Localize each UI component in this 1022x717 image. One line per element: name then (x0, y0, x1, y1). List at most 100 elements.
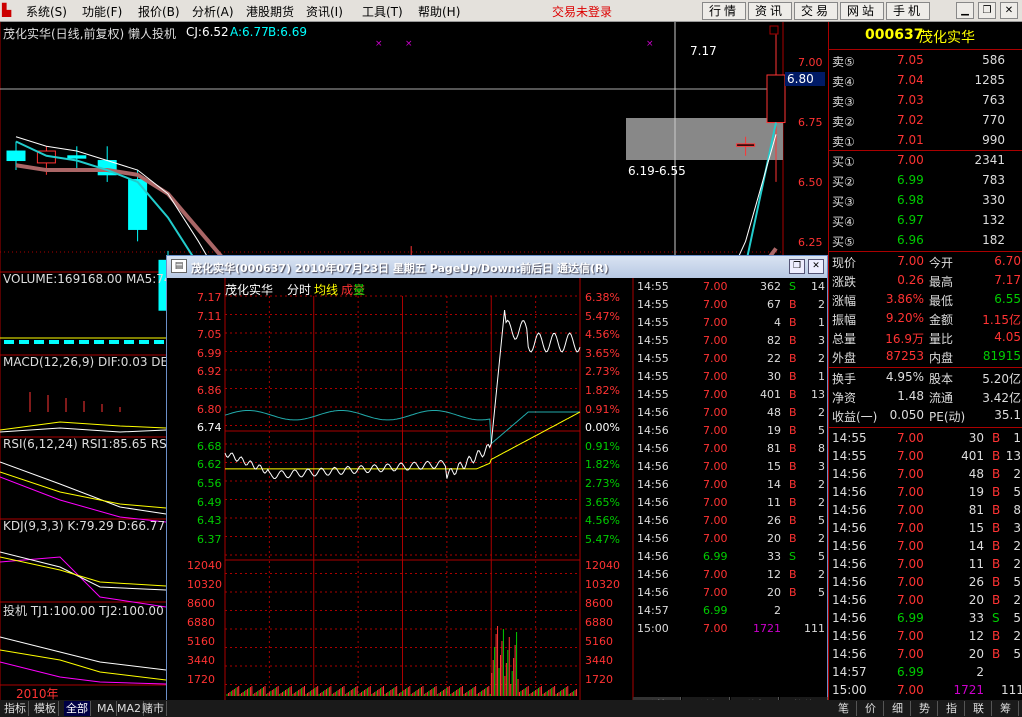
bottom-tab-2[interactable]: 全部 (64, 701, 91, 716)
pct-tick: 5.47% (585, 532, 620, 546)
toolbar-button-2[interactable]: 交易 (794, 2, 838, 20)
ask-row: 7.05 (897, 53, 924, 67)
pct-tick: 3.65% (585, 495, 620, 509)
stat2-row: 1.48 (897, 389, 924, 403)
trade-time: 14:55 (637, 352, 669, 365)
trade-vol: 82 (767, 334, 781, 347)
menu-item-4[interactable]: 港股期货 (246, 3, 294, 20)
price-tick: 6.37 (197, 532, 222, 546)
bid-row: 7.00 (897, 153, 924, 167)
quote-trade-row: 14:56 (832, 485, 867, 499)
login-status[interactable]: 交易未登录 (552, 3, 612, 20)
restore-button[interactable]: ❐ (978, 2, 996, 19)
menu-item-3[interactable]: 分析(A) (192, 3, 234, 20)
divider (829, 427, 1022, 428)
bid-row: 买⑤ (832, 235, 855, 249)
menu-item-6[interactable]: 工具(T) (362, 3, 403, 20)
right-tab-0[interactable]: 笔 (831, 701, 857, 716)
quote-trade-row: 20 (968, 647, 984, 661)
vol-tick-right: 6880 (585, 616, 613, 629)
toolbar-button-3[interactable]: 网站 (840, 2, 884, 20)
ask-row: 卖⑤ (832, 55, 855, 69)
quote-trade-row: 14:56 (832, 593, 867, 607)
stat-row: 量比 (929, 332, 954, 346)
pct-tick: 1.82% (585, 384, 620, 397)
close-button[interactable]: ✕ (1000, 2, 1018, 19)
bottom-tab-0[interactable]: 指标 (2, 701, 29, 716)
menu-item-1[interactable]: 功能(F) (82, 3, 122, 20)
popup-maximize-button[interactable]: ❐ (789, 259, 805, 274)
vol-tick-right: 12040 (585, 559, 620, 572)
trade-count: 3 (818, 460, 825, 473)
toolbar-button-1[interactable]: 资讯 (748, 2, 792, 20)
trade-side: B (789, 478, 797, 491)
stat-row: 现价 (832, 256, 857, 270)
quote-trade-row: B (992, 593, 1001, 607)
trade-vol: 81 (767, 442, 781, 455)
price-tick: 6.74 (197, 421, 222, 435)
quote-trade-row: 7.00 (897, 431, 924, 445)
trade-price: 7.00 (703, 460, 728, 473)
right-tab-3[interactable]: 势 (912, 701, 938, 716)
quote-trade-row: 2 (1013, 593, 1021, 607)
stat-row: 81915 (982, 349, 1021, 363)
stat-row: 1.15亿 (982, 313, 1021, 327)
vol-tick: 1720 (187, 673, 215, 686)
right-tab-5[interactable]: 联 (966, 701, 992, 716)
quote-trade-row: 7.00 (897, 449, 924, 463)
quote-trade-row: 48 (968, 467, 984, 481)
trade-side: B (789, 388, 797, 401)
trade-time: 14:55 (637, 388, 669, 401)
vol-tick-right: 10320 (585, 578, 620, 591)
kline-b: B:6.69 (268, 25, 307, 39)
menu-item-5[interactable]: 资讯(I) (306, 3, 343, 20)
quote-trade-row: 1 (1013, 431, 1021, 445)
right-tab-2[interactable]: 细 (885, 701, 911, 716)
bottom-tab-3[interactable]: MA (95, 701, 118, 716)
right-tab-4[interactable]: 指 (939, 701, 965, 716)
stat-row: 7.00 (897, 254, 924, 268)
trade-price: 7.00 (703, 298, 728, 311)
trade-side: B (789, 424, 797, 437)
menu-item-2[interactable]: 报价(B) (138, 3, 180, 20)
vol-tick-right: 5160 (585, 635, 613, 648)
stat2-row: 收益(一) (832, 410, 878, 424)
quote-trade-row: 3 (1013, 521, 1021, 535)
trade-time: 14:56 (637, 586, 669, 599)
bottom-tab-5[interactable]: 赌市 (140, 701, 167, 716)
vol-tick: 10320 (187, 578, 222, 591)
stat-row: 6.70 (994, 254, 1021, 268)
price-tick: 6.99 (197, 346, 222, 360)
popup-close-button[interactable]: ✕ (808, 259, 824, 274)
bottom-tab-1[interactable]: 模板 (32, 701, 59, 716)
pct-tick: 5.47% (585, 309, 620, 323)
divider (829, 251, 1022, 252)
kline-a: A:6.77 (230, 25, 269, 39)
kdj-label: KDJ(9,3,3) K:79.29 D:66.77 J (3, 519, 173, 533)
quote-trade-row: 14:57 (832, 665, 867, 679)
trade-vol: 67 (767, 298, 781, 311)
popup-titlebar[interactable]: ▤ 茂化实华(000637) 2010年07月23日 星期五 PageUp/Do… (167, 256, 827, 278)
toolbar-button-4[interactable]: 手机 (886, 2, 930, 20)
quote-trade-row: 14:56 (832, 521, 867, 535)
kline-header: 茂化实华(日线,前复权) 懒人投机 (3, 27, 176, 41)
stock-code: 000637 (865, 27, 924, 43)
price-tick: 7.05 (197, 328, 222, 342)
right-tab-1[interactable]: 价 (858, 701, 884, 716)
legend-avg: 均线 (314, 283, 339, 297)
stat2-row: 4.95% (885, 370, 924, 384)
trade-side: B (789, 406, 797, 419)
right-tab-6[interactable]: 筹 (993, 701, 1019, 716)
menu-item-0[interactable]: 系统(S) (26, 3, 67, 20)
trade-price: 6.99 (703, 550, 728, 563)
quote-trade-row: 81 (968, 503, 984, 517)
pct-tick: 2.73% (585, 477, 620, 490)
menu-item-7[interactable]: 帮助(H) (418, 3, 460, 20)
trade-count: 1 (818, 316, 825, 329)
toolbar-button-0[interactable]: 行情 (702, 2, 746, 20)
volume-bar (49, 340, 59, 344)
price-tick: 6.56 (197, 477, 222, 490)
minimize-button[interactable]: ▁ (956, 2, 974, 19)
quote-trade-row: 2 (1013, 539, 1021, 553)
stat-row: 涨跌 (832, 275, 857, 289)
